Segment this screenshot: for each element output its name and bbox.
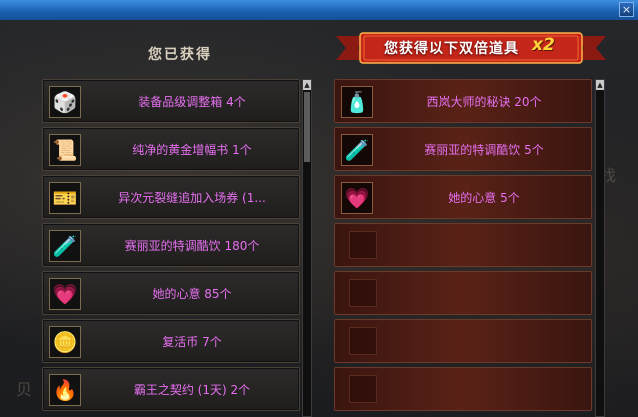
heart-icon: 💗: [49, 278, 81, 310]
list-item[interactable]: 🧪 赛丽亚的特调酷饮 180个: [42, 223, 300, 267]
empty-slot: [349, 231, 377, 259]
left-scrollbar[interactable]: ▲: [302, 79, 312, 417]
list-item[interactable]: 🔥 霸王之契约 (1天) 2个: [42, 367, 300, 411]
right-scrollbar[interactable]: ▲: [595, 79, 605, 417]
empty-slot-row: [334, 271, 592, 315]
coin-icon: 🪙: [49, 326, 81, 358]
potion-icon: 🧪: [341, 134, 373, 166]
empty-slot: [349, 375, 377, 403]
list-item[interactable]: 💗 她的心意 85个: [42, 271, 300, 315]
flame-contract-icon: 🔥: [49, 374, 81, 406]
item-label: 她的心意 85个: [152, 287, 232, 301]
scroll-up-icon[interactable]: ▲: [596, 80, 604, 90]
list-item[interactable]: 🎫 异次元裂缝追加入场券 (1...: [42, 175, 300, 219]
item-label: 赛丽亚的特调酷饮 5个: [424, 143, 544, 157]
empty-slot: [349, 327, 377, 355]
list-item[interactable]: 🧪 赛丽亚的特调酷饮 5个: [334, 127, 592, 171]
dice-crate-icon: 🎲: [49, 86, 81, 118]
flask-icon: 🧴: [341, 86, 373, 118]
item-label: 她的心意 5个: [448, 191, 520, 205]
item-label: 装备品级调整箱 4个: [138, 95, 246, 109]
list-item[interactable]: 🎲 装备品级调整箱 4个: [42, 79, 300, 123]
empty-slot-row: [334, 367, 592, 411]
list-item[interactable]: 📜 纯净的黄金增幅书 1个: [42, 127, 300, 171]
scroll-thumb[interactable]: [304, 92, 310, 162]
item-label: 霸王之契约 (1天) 2个: [133, 383, 251, 397]
scroll-up-icon[interactable]: ▲: [303, 80, 311, 90]
heart-icon: 💗: [341, 182, 373, 214]
list-item[interactable]: 💗 她的心意 5个: [334, 175, 592, 219]
empty-slot: [349, 279, 377, 307]
close-button[interactable]: ×: [619, 2, 634, 17]
list-item[interactable]: 🧴 西岚大师的秘诀 20个: [334, 79, 592, 123]
multiplier-badge: x2: [532, 35, 555, 55]
double-items-list[interactable]: 🧴 西岚大师的秘诀 20个 🧪 赛丽亚的特调酷饮 5个 💗 她的心意 5个: [334, 79, 592, 417]
ticket-icon: 🎫: [49, 182, 81, 214]
obtained-list[interactable]: 🎲 装备品级调整箱 4个 📜 纯净的黄金增幅书 1个 🎫 异次元裂缝追加入场券 …: [42, 79, 300, 417]
item-label: 复活币 7个: [162, 335, 222, 349]
potion-icon: 🧪: [49, 230, 81, 262]
background-text-c: 贝: [16, 380, 33, 399]
gold-scroll-icon: 📜: [49, 134, 81, 166]
obtained-title: 您已获得: [148, 47, 212, 63]
empty-slot-row: [334, 223, 592, 267]
window-titlebar: ×: [0, 0, 638, 21]
list-item[interactable]: 🪙 复活币 7个: [42, 319, 300, 363]
item-label: 纯净的黄金增幅书 1个: [132, 143, 252, 157]
empty-slot-row: [334, 319, 592, 363]
double-items-banner: 您获得以下双倍道具 x2: [336, 32, 606, 64]
item-label: 西岚大师的秘诀 20个: [426, 95, 542, 109]
item-label: 异次元裂缝追加入场券 (1...: [118, 191, 266, 205]
banner-text: 您获得以下双倍道具: [384, 41, 519, 57]
item-label: 赛丽亚的特调酷饮 180个: [124, 239, 260, 253]
